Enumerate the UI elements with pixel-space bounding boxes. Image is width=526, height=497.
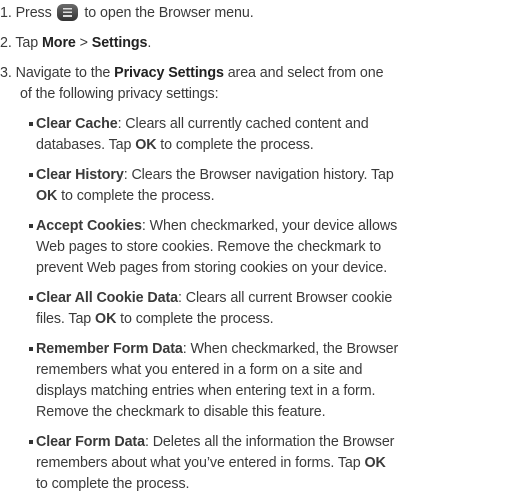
bullet-icon <box>29 347 33 351</box>
item-text: : Clears all current Browser cookie <box>177 290 393 306</box>
item-ok: OK <box>36 188 58 204</box>
item-title: Clear Form Data <box>36 434 145 450</box>
item-text: databases. Tap <box>36 137 136 153</box>
step-2: 2. Tap More > Settings. <box>0 33 151 54</box>
item-text: to complete the process. <box>36 476 190 492</box>
step-3-text-post: area and select from one <box>227 65 384 81</box>
step-3-number: 3. <box>0 65 12 81</box>
item-text: : Deletes all the information the Browse… <box>144 434 395 450</box>
step-3-text-line2: of the following privacy settings: <box>20 86 219 102</box>
bullet-icon <box>29 122 33 126</box>
item-text: Remove the checkmark to disable this fea… <box>36 404 326 420</box>
list-item-clear-form-data: Clear Form Data: Deletes all the informa… <box>29 432 526 495</box>
step-1-number: 1. <box>0 5 12 21</box>
list-item-remember-form-data: Remember Form Data: When checkmarked, th… <box>29 339 526 423</box>
menu-key-icon <box>56 4 78 21</box>
item-text: prevent Web pages from storing cookies o… <box>36 260 388 276</box>
item-text: to complete the process. <box>116 311 274 327</box>
step-3: 3. Navigate to the Privacy Settings area… <box>0 63 384 84</box>
list-item-clear-cache: Clear Cache: Clears all currently cached… <box>29 114 526 156</box>
list-item-clear-history: Clear History: Clears the Browser naviga… <box>29 165 526 207</box>
step-2-number: 2. <box>0 35 12 51</box>
list-item-clear-all-cookie-data: Clear All Cookie Data: Clears all curren… <box>29 288 526 330</box>
bullet-icon <box>29 173 33 177</box>
step-2-period: . <box>147 35 152 51</box>
item-text: Web pages to store cookies. Remove the c… <box>36 239 382 255</box>
step-1: 1. Press to open the Browser menu. <box>0 3 254 24</box>
step-2-separator: > <box>79 35 88 51</box>
step-3-text-pre: Navigate to the <box>15 65 111 81</box>
item-text: to complete the process. <box>57 188 215 204</box>
item-ok: OK <box>364 455 386 471</box>
item-ok: OK <box>95 311 117 327</box>
step-1-text-pre: Press <box>15 5 52 21</box>
item-ok: OK <box>135 137 157 153</box>
bullet-icon <box>29 296 33 300</box>
item-title: Clear Cache <box>36 116 118 132</box>
bullet-icon <box>29 440 33 444</box>
item-text: : When checkmarked, your device allows <box>141 218 398 234</box>
step-3-line-2: of the following privacy settings: <box>20 84 219 105</box>
item-title: Remember Form Data <box>36 341 183 357</box>
step-2-settings: Settings <box>91 35 148 51</box>
step-2-text-pre: Tap <box>15 35 39 51</box>
item-text: files. Tap <box>36 311 96 327</box>
item-text: displays matching entries when entering … <box>36 383 376 399</box>
item-text: to complete the process. <box>156 137 314 153</box>
step-2-more: More <box>42 35 76 51</box>
item-text: remembers about what you’ve entered in f… <box>36 455 365 471</box>
item-title: Clear All Cookie Data <box>36 290 178 306</box>
item-text: : Clears the Browser navigation history.… <box>123 167 394 183</box>
item-text: : Clears all currently cached content an… <box>117 116 369 132</box>
item-title: Accept Cookies <box>36 218 142 234</box>
item-text: remembers what you entered in a form on … <box>36 362 363 378</box>
item-title: Clear History <box>36 167 124 183</box>
item-text: : When checkmarked, the Browser <box>182 341 399 357</box>
bullet-icon <box>29 224 33 228</box>
step-1-text-post: to open the Browser menu. <box>84 5 254 21</box>
list-item-accept-cookies: Accept Cookies: When checkmarked, your d… <box>29 216 526 279</box>
step-3-privacy-settings: Privacy Settings <box>114 65 224 81</box>
